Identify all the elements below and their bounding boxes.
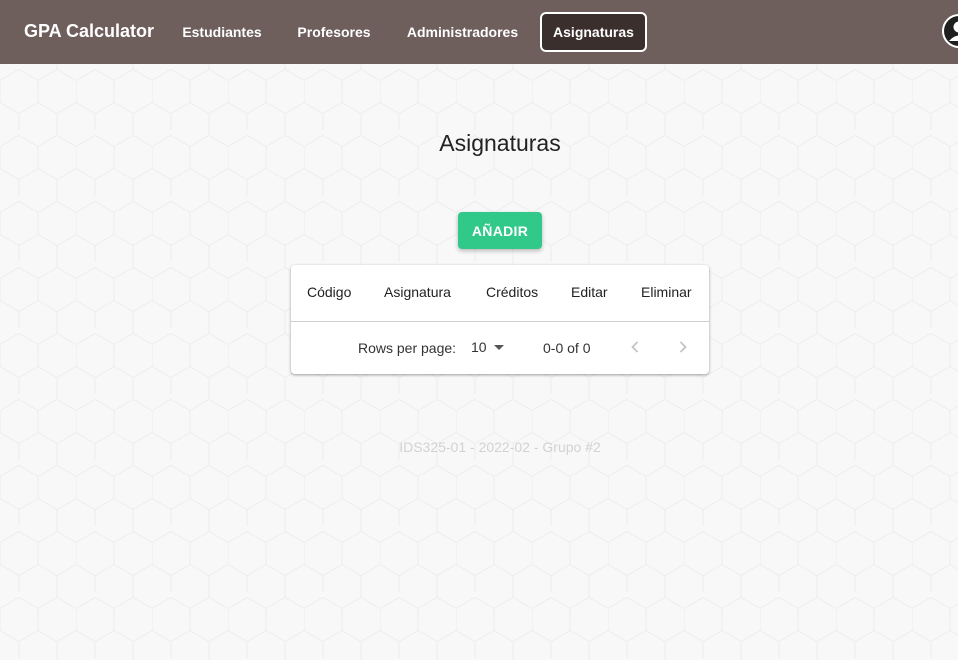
table-header: Código Asignatura Créditos Editar Elimin… xyxy=(291,265,709,322)
pagination-range: 0-0 of 0 xyxy=(543,340,591,356)
column-header-codigo[interactable]: Código xyxy=(307,284,351,300)
nav-item-estudiantes[interactable]: Estudiantes xyxy=(172,12,272,52)
add-button[interactable]: AÑADIR xyxy=(458,212,542,249)
rows-per-page-value: 10 xyxy=(471,339,487,355)
column-header-editar[interactable]: Editar xyxy=(571,284,608,300)
column-header-asignatura[interactable]: Asignatura xyxy=(384,284,451,300)
column-header-eliminar[interactable]: Eliminar xyxy=(641,284,692,300)
page-title: Asignaturas xyxy=(439,130,561,156)
rows-per-page-select[interactable]: 10 xyxy=(471,338,507,358)
caret-down-icon xyxy=(494,345,504,350)
nav-item-administradores[interactable]: Administradores xyxy=(396,12,529,52)
nav-item-profesores[interactable]: Profesores xyxy=(286,12,382,52)
previous-page-button[interactable] xyxy=(623,335,647,359)
brand-title[interactable]: GPA Calculator xyxy=(24,20,154,42)
footer-text: IDS325-01 - 2022-02 - Grupo #2 xyxy=(399,439,601,455)
rows-per-page-label: Rows per page: xyxy=(358,340,457,356)
nav-item-asignaturas[interactable]: Asignaturas xyxy=(540,12,647,52)
main-content: Asignaturas AÑADIR Código Asignatura Cré… xyxy=(0,64,958,660)
table-pagination: Rows per page: 10 0-0 of 0 xyxy=(291,322,709,374)
chevron-right-icon xyxy=(679,341,687,353)
next-page-button[interactable] xyxy=(671,335,695,359)
chevron-left-icon xyxy=(631,341,639,353)
user-avatar-icon[interactable] xyxy=(942,14,958,48)
top-navbar: GPA Calculator Estudiantes Profesores Ad… xyxy=(0,0,958,64)
column-header-creditos[interactable]: Créditos xyxy=(486,284,538,300)
subjects-table: Código Asignatura Créditos Editar Elimin… xyxy=(291,265,709,374)
